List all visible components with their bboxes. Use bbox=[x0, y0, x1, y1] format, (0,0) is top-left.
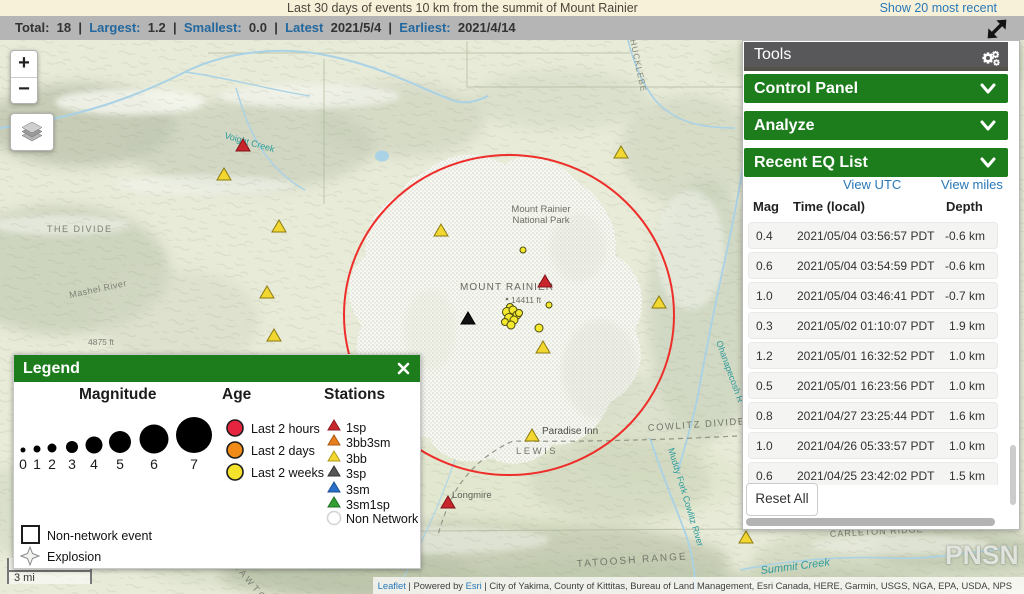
svg-text:5: 5 bbox=[116, 456, 124, 472]
svg-text:3sp: 3sp bbox=[346, 467, 366, 481]
svg-text:7: 7 bbox=[190, 456, 198, 472]
svg-text:4875 ft: 4875 ft bbox=[88, 337, 115, 347]
svg-text:Last 2 days: Last 2 days bbox=[251, 444, 315, 458]
svg-text:Last 2 hours: Last 2 hours bbox=[251, 422, 320, 436]
svg-text:Longmire: Longmire bbox=[452, 490, 492, 501]
svg-text:THE DIVIDE: THE DIVIDE bbox=[47, 224, 113, 234]
svg-text:6: 6 bbox=[150, 456, 158, 472]
svg-text:LEWIS: LEWIS bbox=[516, 446, 558, 457]
svg-text:National Park: National Park bbox=[512, 215, 569, 226]
svg-text:Explosion: Explosion bbox=[47, 550, 101, 564]
svg-text:Non-network event: Non-network event bbox=[47, 529, 152, 543]
svg-text:3bb3sm: 3bb3sm bbox=[346, 436, 390, 450]
svg-text:3sm: 3sm bbox=[346, 483, 370, 497]
svg-text:2: 2 bbox=[48, 456, 56, 472]
svg-text:1sp: 1sp bbox=[346, 421, 366, 435]
svg-text:Last 2 weeks: Last 2 weeks bbox=[251, 466, 324, 480]
svg-text:3: 3 bbox=[68, 456, 76, 472]
svg-text:Paradise Inn: Paradise Inn bbox=[542, 426, 598, 437]
svg-text:0: 0 bbox=[19, 456, 27, 472]
svg-text:1: 1 bbox=[33, 456, 41, 472]
svg-text:3sm1sp: 3sm1sp bbox=[346, 498, 390, 512]
svg-text:14411 ft: 14411 ft bbox=[511, 295, 542, 305]
svg-text:3bb: 3bb bbox=[346, 452, 367, 466]
svg-text:Mount Rainier: Mount Rainier bbox=[511, 204, 570, 215]
svg-text:Non Network: Non Network bbox=[346, 512, 418, 526]
svg-text:4: 4 bbox=[90, 456, 98, 472]
